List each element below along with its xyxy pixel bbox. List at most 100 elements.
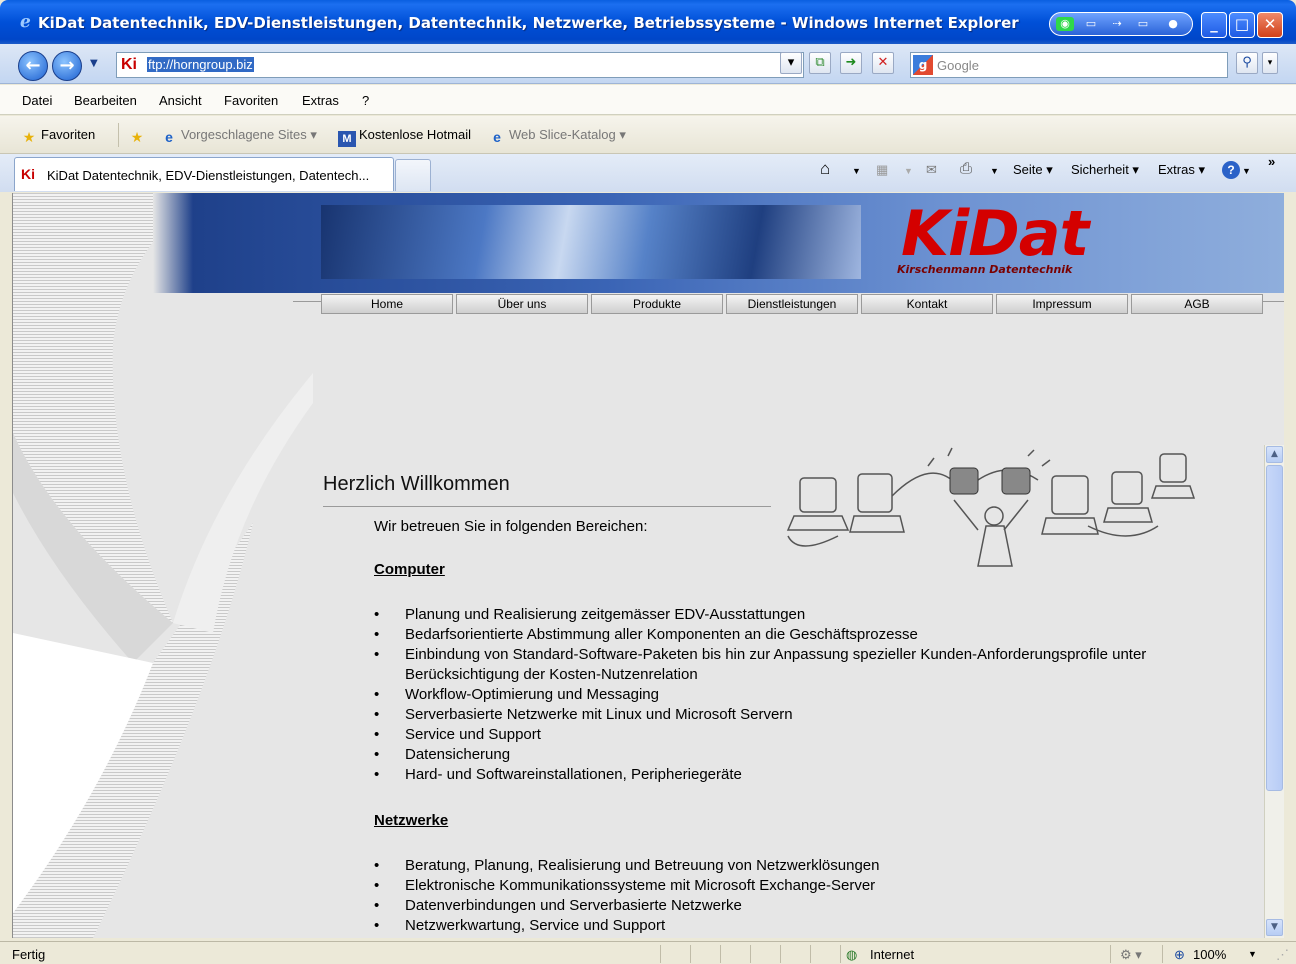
window-tile-icon[interactable]: ⇢: [1108, 17, 1126, 31]
menu-favoriten[interactable]: Favoriten: [224, 93, 278, 108]
home-dropdown-icon[interactable]: ▼: [852, 166, 861, 176]
zoom-level[interactable]: 100%: [1193, 947, 1226, 962]
divider: [780, 945, 781, 963]
scroll-up-icon[interactable]: ▲: [1266, 446, 1283, 463]
list-item: Hard- und Softwareinstallationen, Periph…: [374, 765, 1194, 785]
nav-impressum[interactable]: Impressum: [996, 294, 1128, 314]
divider: [840, 945, 841, 963]
nav-line-left: [293, 301, 321, 302]
feeds-icon[interactable]: ▦: [876, 162, 888, 178]
star-icon: ★: [22, 129, 36, 145]
status-bar: Fertig ◍ Internet ⚙ ▾ ⊕ 100% ▼ ⋰: [0, 941, 1296, 964]
new-tab-button[interactable]: [395, 159, 431, 191]
fav-item-vorgeschlagene-sites[interactable]: e Vorgeschlagene Sites ▾: [160, 127, 317, 145]
tools-menu[interactable]: Extras ▾: [1158, 162, 1205, 178]
list-item: Bedarfsorientierte Abstimmung aller Komp…: [374, 625, 1194, 645]
resize-grip-icon[interactable]: ⋰: [1276, 947, 1289, 963]
ie-icon: e: [165, 129, 173, 145]
menu-datei[interactable]: Datei: [22, 93, 52, 108]
browser-window: ℯ KiDat Datentechnik, EDV-Dienstleistung…: [0, 0, 1296, 964]
page-menu[interactable]: Seite ▾: [1013, 162, 1053, 178]
compatibility-view-icon[interactable]: ⧉: [809, 52, 831, 74]
add-favorite-icon: ★: [130, 129, 144, 145]
list-item: Serverbasierte Netzwerke mit Linux und M…: [374, 705, 1194, 725]
title-bar[interactable]: ℯ KiDat Datentechnik, EDV-Dienstleistung…: [0, 0, 1296, 44]
search-options-icon[interactable]: ▾: [1262, 52, 1278, 74]
banner-fade: [153, 193, 193, 293]
menu-bearbeiten[interactable]: Bearbeiten: [74, 93, 137, 108]
stop-icon[interactable]: ✕: [872, 52, 894, 74]
window-title: KiDat Datentechnik, EDV-Dienstleistungen…: [38, 14, 1019, 32]
list-item: Datenverbindungen und Serverbasierte Net…: [374, 896, 1194, 916]
section-heading-netzwerke[interactable]: Netzwerke: [374, 812, 448, 829]
help-dropdown-icon[interactable]: ▼: [1242, 166, 1251, 176]
tab-bar: Ki KiDat Datentechnik, EDV-Dienstleistun…: [0, 154, 1296, 192]
more-commands-icon[interactable]: »: [1268, 154, 1275, 169]
globe-icon: ◍: [846, 947, 858, 962]
scrollbar-thumb[interactable]: [1266, 465, 1283, 791]
close-button[interactable]: ✕: [1257, 12, 1283, 38]
divider: [750, 945, 751, 963]
zoom-icon: ⊕: [1174, 947, 1185, 962]
nav-kontakt[interactable]: Kontakt: [861, 294, 993, 314]
site-logo: KiDat: [901, 197, 1089, 270]
divider: [690, 945, 691, 963]
search-input[interactable]: Google: [937, 58, 979, 73]
search-box[interactable]: g Google: [910, 52, 1228, 78]
fav-item-kostenlose-hotmail[interactable]: M Kostenlose Hotmail: [338, 127, 471, 147]
divider: [1110, 945, 1111, 963]
divider: [720, 945, 721, 963]
site-favicon: Ki: [121, 56, 137, 73]
minimize-button[interactable]: _: [1201, 12, 1227, 38]
nav-agb[interactable]: AGB: [1131, 294, 1263, 314]
fav-item-web-slice-katalog[interactable]: e Web Slice-Katalog ▾: [488, 127, 626, 145]
print-icon[interactable]: ⎙: [960, 160, 972, 177]
mail-icon[interactable]: ✉: [926, 162, 937, 178]
banner-photo: [321, 205, 861, 279]
address-bar[interactable]: Ki ftp://horngroup.biz: [116, 52, 804, 78]
nav-produkte[interactable]: Produkte: [591, 294, 723, 314]
settings-icon[interactable]: ●: [1164, 17, 1182, 31]
webslice-icon: e: [493, 129, 501, 145]
nav-ueber-uns[interactable]: Über uns: [456, 294, 588, 314]
history-dropdown-icon[interactable]: ▼: [90, 58, 98, 69]
go-icon[interactable]: ➜: [840, 52, 862, 74]
page-viewport[interactable]: KiDat Kirschenmann Datentechnik Home Übe…: [12, 193, 1284, 938]
nvidia-icon[interactable]: ◉: [1056, 17, 1074, 31]
back-button[interactable]: ←: [18, 51, 48, 81]
favorites-button[interactable]: ★ Favoriten: [20, 127, 95, 145]
address-input[interactable]: ftp://horngroup.biz: [147, 57, 254, 72]
section-heading-computer[interactable]: Computer: [374, 561, 445, 578]
decorative-swoosh: [13, 193, 313, 938]
computer-list: Planung und Realisierung zeitgemässer ED…: [374, 605, 1194, 785]
nav-line-right: [1261, 301, 1284, 302]
scroll-down-icon[interactable]: ▼: [1266, 919, 1283, 936]
vertical-scrollbar[interactable]: ▲ ▼: [1264, 445, 1284, 938]
menu-help[interactable]: ?: [362, 93, 369, 108]
tab-kidat[interactable]: Ki KiDat Datentechnik, EDV-Dienstleistun…: [14, 157, 394, 191]
site-banner: KiDat Kirschenmann Datentechnik: [153, 193, 1284, 293]
nav-home[interactable]: Home: [321, 294, 453, 314]
feeds-dropdown-icon[interactable]: ▼: [904, 166, 913, 176]
safety-menu[interactable]: Sicherheit ▾: [1071, 162, 1139, 178]
nvidia-toolbar-group[interactable]: ◉ ▭ ⇢ ▭ ●: [1049, 12, 1193, 36]
maximize-button[interactable]: □: [1229, 12, 1255, 38]
print-dropdown-icon[interactable]: ▼: [990, 166, 999, 176]
help-icon[interactable]: ?: [1222, 161, 1240, 179]
zoom-dropdown-icon[interactable]: ▼: [1248, 949, 1257, 959]
network-illustration: [786, 447, 1196, 567]
list-item: Beratung, Planung, Realisierung und Betr…: [374, 856, 1194, 876]
page-title: Herzlich Willkommen: [323, 473, 510, 495]
restore-icon[interactable]: ▭: [1082, 17, 1100, 31]
security-zone[interactable]: Internet: [870, 947, 914, 962]
forward-button[interactable]: →: [52, 51, 82, 81]
protected-mode-icon[interactable]: ⚙ ▾: [1120, 947, 1142, 963]
add-favorite-button[interactable]: ★: [128, 127, 149, 145]
menu-ansicht[interactable]: Ansicht: [159, 93, 202, 108]
nav-dienstleistungen[interactable]: Dienstleistungen: [726, 294, 858, 314]
search-icon[interactable]: ⚲: [1236, 52, 1258, 74]
window-cascade-icon[interactable]: ▭: [1134, 17, 1152, 31]
home-icon[interactable]: ⌂: [820, 159, 830, 179]
address-dropdown-icon[interactable]: ▾: [780, 52, 802, 74]
menu-extras[interactable]: Extras: [302, 93, 339, 108]
